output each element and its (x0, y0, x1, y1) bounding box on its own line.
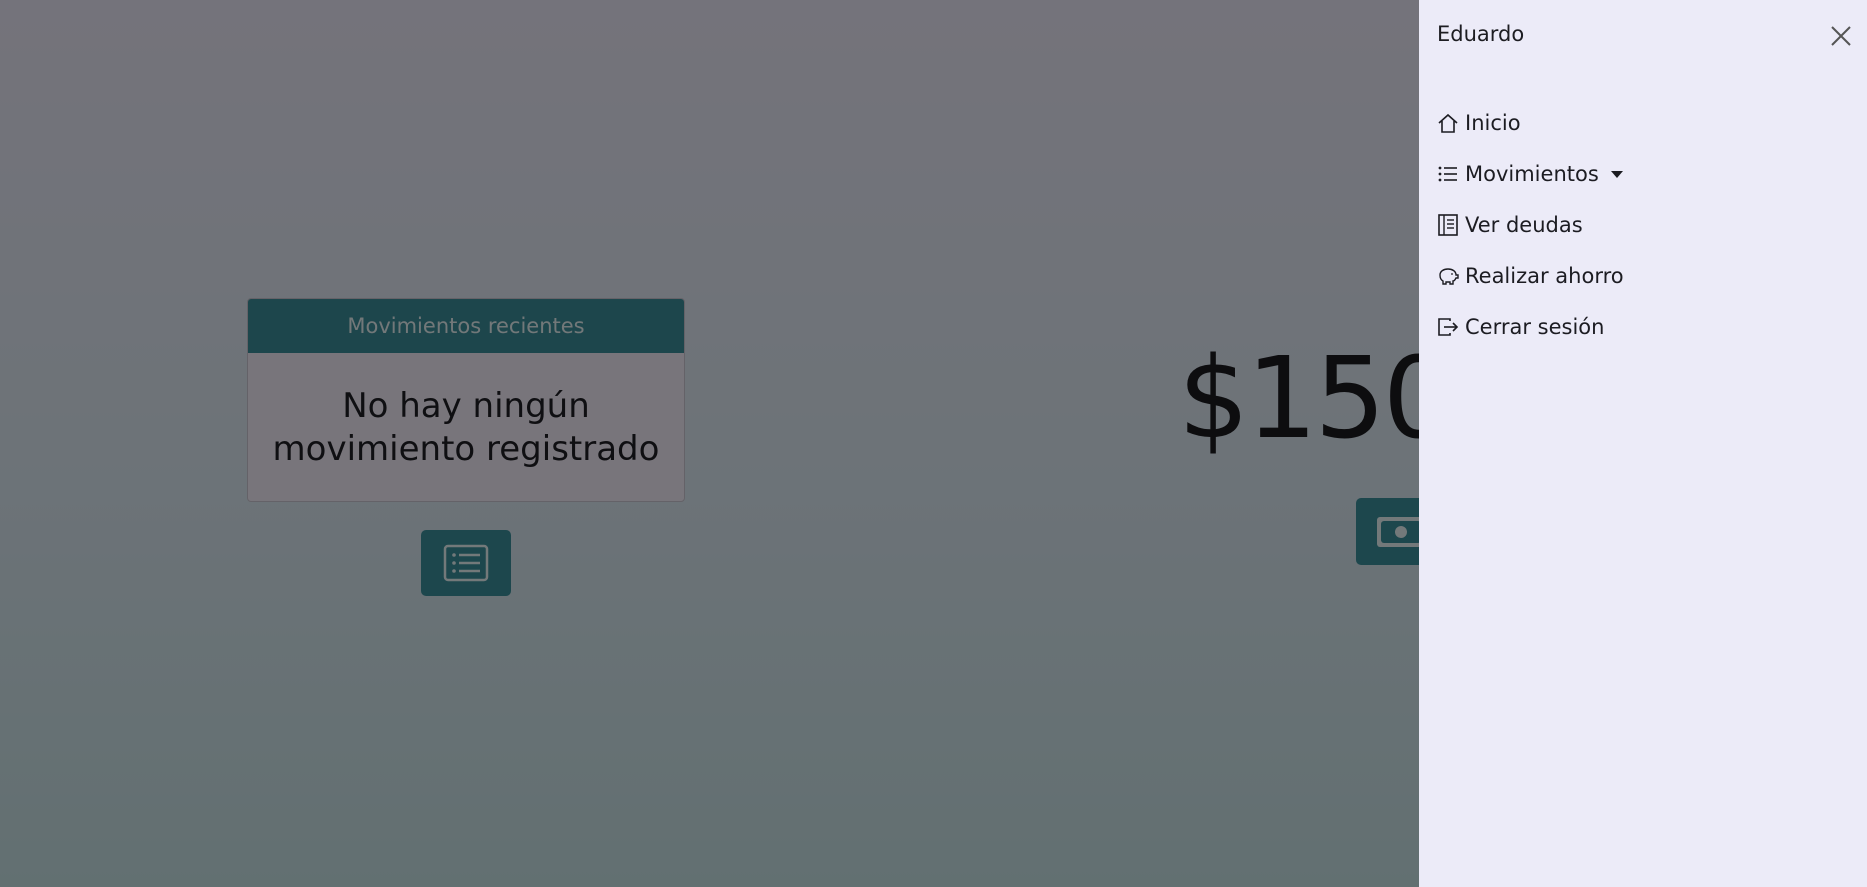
menu-item-label: Ver deudas (1465, 212, 1583, 237)
close-icon (1831, 26, 1851, 46)
menu-item-realizar-ahorro[interactable]: Realizar ahorro (1437, 250, 1837, 301)
piggy-bank-icon (1437, 264, 1461, 288)
offcanvas-nav: Inicio Movimientos Ver deudas Realizar a… (1437, 97, 1837, 352)
chevron-down-icon[interactable] (1610, 171, 1623, 178)
menu-item-movimientos[interactable]: Movimientos (1437, 148, 1837, 199)
ledger-icon (1437, 213, 1461, 237)
logout-icon (1437, 315, 1461, 339)
menu-item-cerrar-sesion[interactable]: Cerrar sesión (1437, 301, 1837, 352)
user-name: Eduardo (1437, 22, 1525, 46)
menu-item-label: Inicio (1465, 110, 1521, 135)
menu-item-label: Cerrar sesión (1465, 314, 1605, 339)
menu-item-label: Realizar ahorro (1465, 263, 1624, 288)
house-icon (1437, 111, 1461, 135)
close-button[interactable] (1827, 22, 1855, 50)
menu-item-ver-deudas[interactable]: Ver deudas (1437, 199, 1837, 250)
list-ul-icon (1437, 162, 1461, 186)
menu-item-label: Movimientos (1465, 161, 1599, 186)
offcanvas-menu: Eduardo Inicio Movimientos Ver deudas Re… (1419, 0, 1867, 887)
menu-item-inicio[interactable]: Inicio (1437, 97, 1837, 148)
